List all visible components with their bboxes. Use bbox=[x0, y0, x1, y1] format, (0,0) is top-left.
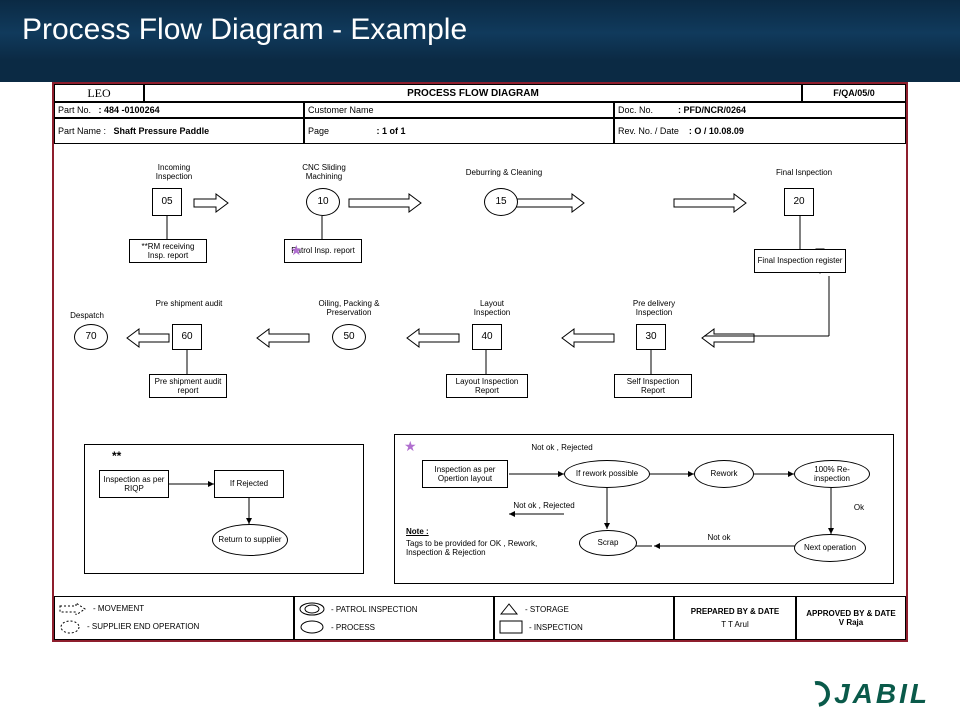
process-icon bbox=[299, 620, 325, 634]
company-cell: LEO bbox=[54, 84, 144, 102]
sub2-note-h: Note : bbox=[406, 528, 526, 537]
jabil-text: JABIL bbox=[834, 678, 930, 710]
op60-doc: Pre shipment audit report bbox=[149, 374, 227, 398]
op20: 20 bbox=[784, 188, 814, 216]
form-heading: PROCESS FLOW DIAGRAM bbox=[144, 84, 802, 102]
sub2-reinspect: 100% Re-inspection bbox=[794, 460, 870, 488]
legend-patrol: - PATROL INSPECTION bbox=[331, 605, 418, 614]
doc-row: Doc. No. : PFD/NCR/0264 bbox=[614, 102, 906, 118]
op60-title: Pre shipment audit bbox=[154, 300, 224, 309]
page-label: Page bbox=[308, 126, 329, 136]
slide-title: Process Flow Diagram - Example bbox=[22, 13, 467, 47]
star-icon: ★ bbox=[290, 242, 303, 259]
sub2-notok2: Not ok , Rejected bbox=[504, 502, 584, 511]
sub1-inspection: Inspection as per RIQP bbox=[99, 470, 169, 498]
approved-value: V Raja bbox=[839, 618, 863, 627]
part-no-value: : 484 -0100264 bbox=[99, 105, 160, 115]
op50-title: Oiling, Packing & Preservation bbox=[304, 300, 394, 318]
op70-title: Despatch bbox=[62, 312, 112, 321]
storage-icon bbox=[499, 602, 519, 616]
prepared-value: T T Arul bbox=[721, 620, 749, 629]
sub2-ok: Ok bbox=[844, 504, 874, 513]
sub1-rejected: If Rejected bbox=[214, 470, 284, 498]
op70: 70 bbox=[74, 324, 108, 350]
part-name-label: Part Name : bbox=[58, 126, 106, 136]
slide-subband bbox=[0, 60, 960, 82]
rev-row: Rev. No. / Date : O / 10.08.09 bbox=[614, 118, 906, 144]
movement-icon bbox=[59, 603, 87, 615]
op60: 60 bbox=[172, 324, 202, 350]
jabil-swirl-icon bbox=[799, 676, 835, 712]
inspection-icon bbox=[499, 620, 523, 634]
op50: 50 bbox=[332, 324, 366, 350]
sub2-rework-possible: If rework possible bbox=[564, 460, 650, 488]
legend-col2: - PATROL INSPECTION - PROCESS bbox=[294, 596, 494, 640]
legend-movement: - MOVEMENT bbox=[93, 604, 144, 613]
legend-process: - PROCESS bbox=[331, 623, 375, 632]
part-name-value: Shaft Pressure Paddle bbox=[114, 127, 210, 136]
jabil-logo: JABIL bbox=[804, 678, 930, 710]
legend-col1: - MOVEMENT - SUPPLIER END OPERATION bbox=[54, 596, 294, 640]
slide-title-bar: Process Flow Diagram - Example bbox=[0, 0, 960, 60]
sub2-note: Tags to be provided for OK , Rework, Ins… bbox=[406, 540, 546, 558]
op30-title: Pre delivery Inspection bbox=[614, 300, 694, 318]
sub2-next: Next operation bbox=[794, 534, 866, 562]
process-flow-diagram: LEO PROCESS FLOW DIAGRAM F/QA/05/0 Part … bbox=[52, 82, 908, 642]
part-no-label: Part No. bbox=[58, 105, 91, 115]
sub2-notok1: Not ok , Rejected bbox=[522, 444, 602, 453]
op40-doc: Layout Inspection Report bbox=[446, 374, 528, 398]
op15-title: Deburring & Cleaning bbox=[449, 169, 559, 178]
op15: 15 bbox=[484, 188, 518, 216]
legend-col3: - STORAGE - INSPECTION bbox=[494, 596, 674, 640]
subprocess-riqp bbox=[84, 444, 364, 574]
sub1-return: Return to supplier bbox=[212, 524, 288, 556]
part-name-row: Part Name : Shaft Pressure Paddle bbox=[54, 118, 304, 144]
op05-title: Incoming Inspection bbox=[139, 164, 209, 182]
approved-label: APPROVED BY & DATE bbox=[806, 609, 896, 618]
page-value: : 1 of 1 bbox=[377, 126, 406, 136]
op20-doc: Final Inspection register bbox=[754, 249, 846, 273]
legend-inspection: - INSPECTION bbox=[529, 623, 583, 632]
supplier-icon bbox=[59, 620, 81, 634]
patrol-icon bbox=[299, 602, 325, 616]
op10: 10 bbox=[306, 188, 340, 216]
prepared-by: PREPARED BY & DATE T T Arul bbox=[674, 596, 796, 640]
op05-doc: **RM receiving Insp. report bbox=[129, 239, 207, 263]
sub2-inspection: Inspection as per Opertion layout bbox=[422, 460, 508, 488]
prepared-label: PREPARED BY & DATE bbox=[691, 607, 779, 616]
rev-label: Rev. No. / Date bbox=[618, 126, 679, 136]
sub2-rework: Rework bbox=[694, 460, 754, 488]
approved-by: APPROVED BY & DATE V Raja bbox=[796, 596, 906, 640]
rev-value: : O / 10.08.09 bbox=[689, 126, 744, 136]
op30: 30 bbox=[636, 324, 666, 350]
legend-supplier: - SUPPLIER END OPERATION bbox=[87, 622, 199, 631]
sub2-notok3: Not ok bbox=[694, 534, 744, 543]
part-no-row: Part No. : 484 -0100264 bbox=[54, 102, 304, 118]
op05: 05 bbox=[152, 188, 182, 216]
star-icon: ★ bbox=[404, 438, 417, 455]
op10-title: CNC Sliding Machining bbox=[289, 164, 359, 182]
form-number: F/QA/05/0 bbox=[802, 84, 906, 102]
doc-label: Doc. No. bbox=[618, 105, 653, 115]
op40-title: Layout Inspection bbox=[462, 300, 522, 318]
customer-row: Customer Name bbox=[304, 102, 614, 118]
sub2-scrap: Scrap bbox=[579, 530, 637, 556]
op20-title: Final Isnpection bbox=[764, 169, 844, 178]
op40: 40 bbox=[472, 324, 502, 350]
legend-storage: - STORAGE bbox=[525, 605, 569, 614]
sub1-mark: ** bbox=[112, 450, 121, 463]
page-row: Page : 1 of 1 bbox=[304, 118, 614, 144]
doc-value: : PFD/NCR/0264 bbox=[678, 105, 746, 115]
subprocess-rework bbox=[394, 434, 894, 584]
op30-doc: Self Inspection Report bbox=[614, 374, 692, 398]
